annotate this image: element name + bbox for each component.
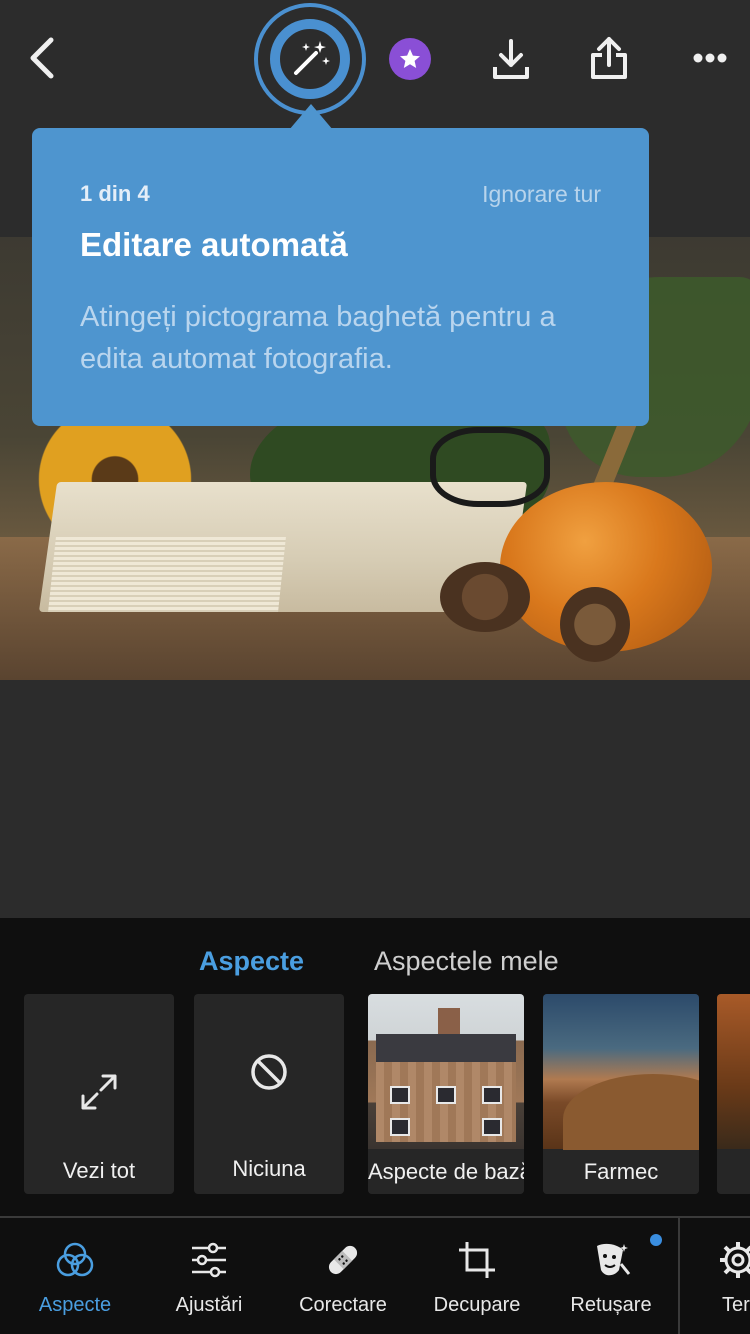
tool-label: Ajustări — [175, 1294, 243, 1316]
thumb-window — [482, 1118, 502, 1136]
auto-edit-button[interactable] — [254, 3, 366, 115]
new-badge — [650, 1234, 662, 1246]
more-dots-icon — [693, 53, 727, 63]
photo-pinecone — [560, 587, 630, 662]
tooltip-body: Atingeți pictograma baghetă pentru a edi… — [80, 301, 556, 375]
tool-aspecte[interactable]: Aspecte — [8, 1218, 142, 1334]
overlapping-circles-icon — [55, 1240, 95, 1280]
skip-tour-link[interactable]: Ignorare tur — [482, 181, 601, 208]
share-button[interactable] — [586, 32, 632, 84]
auto-edit-button-inner — [270, 19, 350, 99]
more-button[interactable] — [688, 40, 732, 76]
star-icon — [400, 49, 420, 68]
onboarding-tooltip: 1 din 4 Ignorare tur Editare automată At… — [32, 128, 649, 426]
bandage-icon — [323, 1240, 363, 1280]
preset-thumbnail — [368, 994, 524, 1149]
premium-button[interactable] — [389, 38, 431, 80]
crop-icon — [457, 1240, 497, 1280]
tooltip-step: 1 din 4 — [80, 181, 150, 206]
thumb-window — [482, 1086, 502, 1104]
preset-thumbnail — [543, 994, 699, 1164]
tool-corectare[interactable]: Corectare — [276, 1218, 410, 1334]
photo-pinecone — [440, 562, 530, 632]
tool-label: Decupare — [433, 1294, 521, 1316]
preset-tile-none[interactable]: Niciuna — [194, 994, 344, 1194]
thumb-window — [390, 1086, 410, 1104]
tooltip-title: Editare automată — [80, 226, 348, 263]
editor-screen: 1 din 4 Ignorare tur Editare automată At… — [0, 0, 750, 1334]
photo-book-pages — [48, 537, 286, 612]
tab-aspecte[interactable]: Aspecte — [199, 946, 304, 977]
preset-tile-charm[interactable]: Farmec — [543, 994, 699, 1194]
thumb-window — [390, 1118, 410, 1136]
tool-label: Retușare — [570, 1294, 652, 1316]
photo-glasses — [430, 427, 550, 507]
preset-tile-label: Aspecte de bază — [368, 1150, 524, 1194]
tooltip-arrow — [289, 104, 333, 130]
tool-label: Ter — [722, 1294, 750, 1316]
preset-tile-label: Farmec — [543, 1150, 699, 1194]
share-icon — [591, 37, 627, 79]
tool-label: Corectare — [299, 1294, 387, 1316]
sliders-icon — [189, 1240, 229, 1280]
preset-thumbnail — [717, 994, 750, 1149]
expand-arrows-icon — [79, 1072, 119, 1117]
thumb-window — [436, 1086, 456, 1104]
preset-tile-see-all[interactable]: Vezi tot — [24, 994, 174, 1194]
gear-icon — [718, 1240, 750, 1280]
preset-tile-partial[interactable] — [717, 994, 750, 1194]
face-retouch-icon — [591, 1240, 631, 1280]
back-button[interactable] — [18, 34, 66, 82]
preset-tile-label: Niciuna — [232, 1156, 306, 1181]
tool-label: Aspecte — [38, 1294, 112, 1316]
bottom-toolbar: Aspecte Ajustări Corectare Decupare Retu… — [0, 1216, 750, 1334]
thumb-roof — [376, 1034, 516, 1064]
tab-my-presets[interactable]: Aspectele mele — [374, 946, 559, 977]
tool-settings[interactable]: Ter — [690, 1218, 750, 1334]
preset-tile-label: Vezi tot — [62, 1158, 136, 1183]
tool-ajustari[interactable]: Ajustări — [142, 1218, 276, 1334]
magic-wand-icon — [294, 41, 330, 75]
top-bar — [0, 0, 750, 120]
none-circle-icon — [249, 1052, 289, 1097]
chevron-left-icon — [30, 37, 54, 79]
preset-tile-basic-looks[interactable]: Aspecte de bază — [368, 994, 524, 1194]
toolbar-divider — [678, 1218, 680, 1334]
download-icon — [493, 39, 529, 79]
download-button[interactable] — [488, 34, 534, 84]
tool-decupare[interactable]: Decupare — [410, 1218, 544, 1334]
